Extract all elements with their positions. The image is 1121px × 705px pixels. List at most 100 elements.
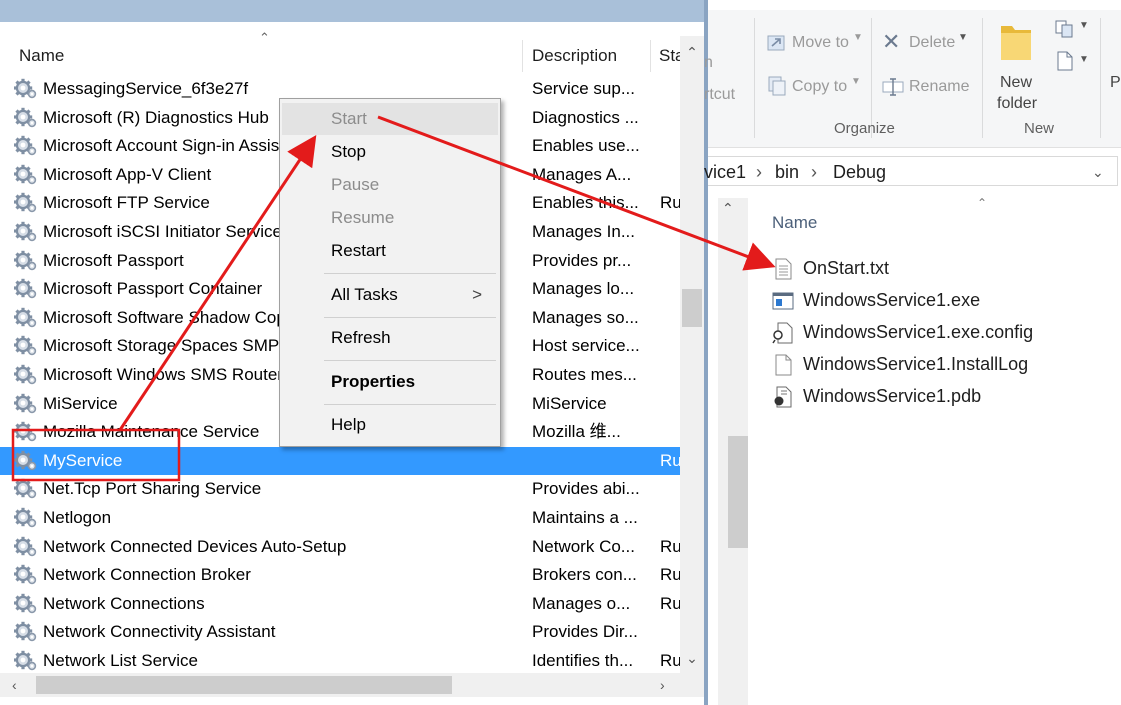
service-description: Manages In... — [532, 222, 636, 241]
services-titlebar — [0, 0, 704, 22]
service-description: Provides Dir... — [532, 622, 638, 642]
service-row[interactable]: Network List Service Identifies th... Ru — [0, 647, 680, 675]
ribbon-group-organize: Organize — [834, 120, 895, 137]
breadcrumb-folder[interactable]: bin — [775, 157, 799, 187]
menu-item-stop[interactable]: Stop — [282, 136, 498, 168]
file-item[interactable]: WindowsService1.exe.config — [772, 318, 1112, 346]
menu-item-pause[interactable]: Pause — [282, 169, 498, 201]
column-divider[interactable] — [650, 40, 651, 72]
service-name: Netlogon — [43, 508, 112, 527]
service-gear-icon — [14, 450, 38, 472]
scrollbar-thumb[interactable] — [728, 436, 748, 548]
service-name: Network Connection Broker — [43, 565, 251, 585]
service-gear-icon — [14, 278, 38, 300]
service-gear-icon — [14, 250, 38, 272]
service-gear-icon — [14, 107, 38, 129]
service-name: Microsoft FTP Service — [43, 193, 210, 213]
menu-item-start[interactable]: Start — [282, 103, 498, 135]
rename-icon — [882, 78, 904, 96]
service-row[interactable]: Net.Tcp Port Sharing Service Provides abi… — [0, 475, 680, 503]
service-status: Ru — [660, 651, 680, 670]
column-header-description[interactable]: Description — [532, 36, 617, 74]
ribbon-group-divider — [982, 18, 983, 138]
service-gear-icon — [14, 307, 38, 329]
service-row[interactable]: Network Connected Devices Auto-Setup Netw… — [0, 533, 680, 561]
service-name: MyService — [43, 450, 123, 470]
file-item[interactable]: OnStart.txt — [772, 254, 1112, 282]
scroll-right-icon[interactable]: › — [660, 673, 665, 697]
service-row[interactable]: Network Connections Manages o... Ru — [0, 590, 680, 618]
column-header-name[interactable]: Name — [772, 210, 817, 236]
dropdown-arrow-icon: ▼ — [1079, 54, 1089, 65]
file-item[interactable]: WindowsService1.InstallLog — [772, 350, 1112, 378]
service-description: Identifies th... — [532, 651, 634, 670]
service-row[interactable]: Network Connection Broker Brokers con... R… — [0, 561, 680, 589]
scrollbar-thumb[interactable] — [36, 676, 452, 694]
service-description: Provides pr... — [532, 250, 632, 270]
navigation-pane-scrollbar[interactable]: ⌃ — [718, 198, 748, 705]
service-name: Net.Tcp Port Sharing Service — [43, 479, 262, 499]
service-name: Mozilla Maintenance Service — [43, 422, 260, 442]
menu-item-all-tasks[interactable]: All Tasks > — [282, 279, 498, 311]
service-description: Mozilla 维... — [532, 422, 621, 442]
file-item[interactable]: WindowsService1.pdb — [772, 382, 1112, 410]
dropdown-arrow-icon: ▼ — [1079, 20, 1089, 31]
service-gear-icon — [14, 221, 38, 243]
breadcrumb-folder[interactable]: Debug — [833, 157, 886, 187]
scrollbar-thumb[interactable] — [682, 289, 702, 327]
service-gear-icon — [14, 164, 38, 186]
config-file-icon — [772, 322, 793, 344]
service-name: Microsoft Account Sign-in Assistant — [43, 136, 308, 156]
service-description: Brokers con... — [532, 565, 637, 585]
service-row[interactable]: Network Connectivity Assistant Provides D… — [0, 618, 680, 646]
service-description: Service sup... — [532, 79, 635, 98]
service-description: Manages A... — [532, 164, 632, 184]
service-description: Manages so... — [532, 307, 639, 327]
easy-access-icon[interactable] — [1054, 50, 1076, 72]
menu-item-restart[interactable]: Restart — [282, 235, 498, 267]
move-to-icon — [767, 35, 785, 51]
service-gear-icon — [14, 621, 38, 643]
scroll-up-icon[interactable]: ⌃ — [722, 200, 734, 217]
new-folder-label-line1: New — [1000, 74, 1033, 91]
breadcrumb-folder[interactable]: vice1 — [704, 157, 746, 187]
file-name: WindowsService1.exe.config — [803, 322, 1034, 342]
service-gear-icon — [14, 393, 38, 415]
column-divider[interactable] — [522, 40, 523, 72]
menu-item-properties[interactable]: Properties — [282, 366, 498, 398]
service-status: Ru — [660, 450, 680, 470]
column-header-name[interactable]: Name — [19, 36, 64, 74]
service-gear-icon — [14, 478, 38, 500]
menu-item-label: All Tasks — [331, 285, 398, 304]
delete-x-icon: ✕ — [882, 29, 901, 54]
services-horizontal-scrollbar[interactable]: ‹ › — [0, 673, 704, 697]
scroll-down-icon[interactable]: ⌄ — [680, 650, 704, 667]
file-item[interactable]: WindowsService1.exe — [772, 286, 1112, 314]
service-description: Manages lo... — [532, 279, 635, 299]
service-row[interactable]: Netlogon Maintains a ... — [0, 504, 680, 532]
file-explorer-window: n rtcut Move to ▼ Copy to ▼ ✕ Delete ▼ R… — [704, 0, 1121, 705]
file-name: WindowsService1.exe — [803, 290, 981, 310]
menu-item-help[interactable]: Help — [282, 409, 498, 441]
service-row-selected[interactable]: MyService Ru — [0, 446, 680, 475]
ribbon-group-divider — [1100, 18, 1101, 138]
menu-item-refresh[interactable]: Refresh — [282, 322, 498, 354]
ribbon-properties-fragment[interactable]: Pr — [1110, 74, 1121, 92]
service-status: Ru — [660, 536, 680, 556]
service-name: Network Connectivity Assistant — [43, 622, 276, 642]
scroll-left-icon[interactable]: ‹ — [12, 673, 17, 697]
scroll-up-icon[interactable]: ⌃ — [680, 44, 704, 61]
services-vertical-scrollbar[interactable]: ⌃ ⌄ — [680, 36, 704, 676]
service-status: Ru — [660, 565, 680, 585]
menu-item-resume[interactable]: Resume — [282, 202, 498, 234]
service-gear-icon — [14, 421, 38, 443]
menu-separator — [324, 317, 496, 318]
new-item-icon[interactable] — [1054, 18, 1076, 40]
menu-separator — [324, 273, 496, 274]
address-bar[interactable]: vice1 › bin › Debug ⌄ — [704, 156, 1118, 187]
ribbon-cut-fragment: n — [704, 54, 713, 71]
address-dropdown-icon[interactable]: ⌄ — [1092, 157, 1104, 187]
service-name: MessagingService_6f3e27f — [43, 79, 249, 98]
service-status: Ru — [660, 593, 680, 613]
file-name: OnStart.txt — [803, 258, 890, 278]
